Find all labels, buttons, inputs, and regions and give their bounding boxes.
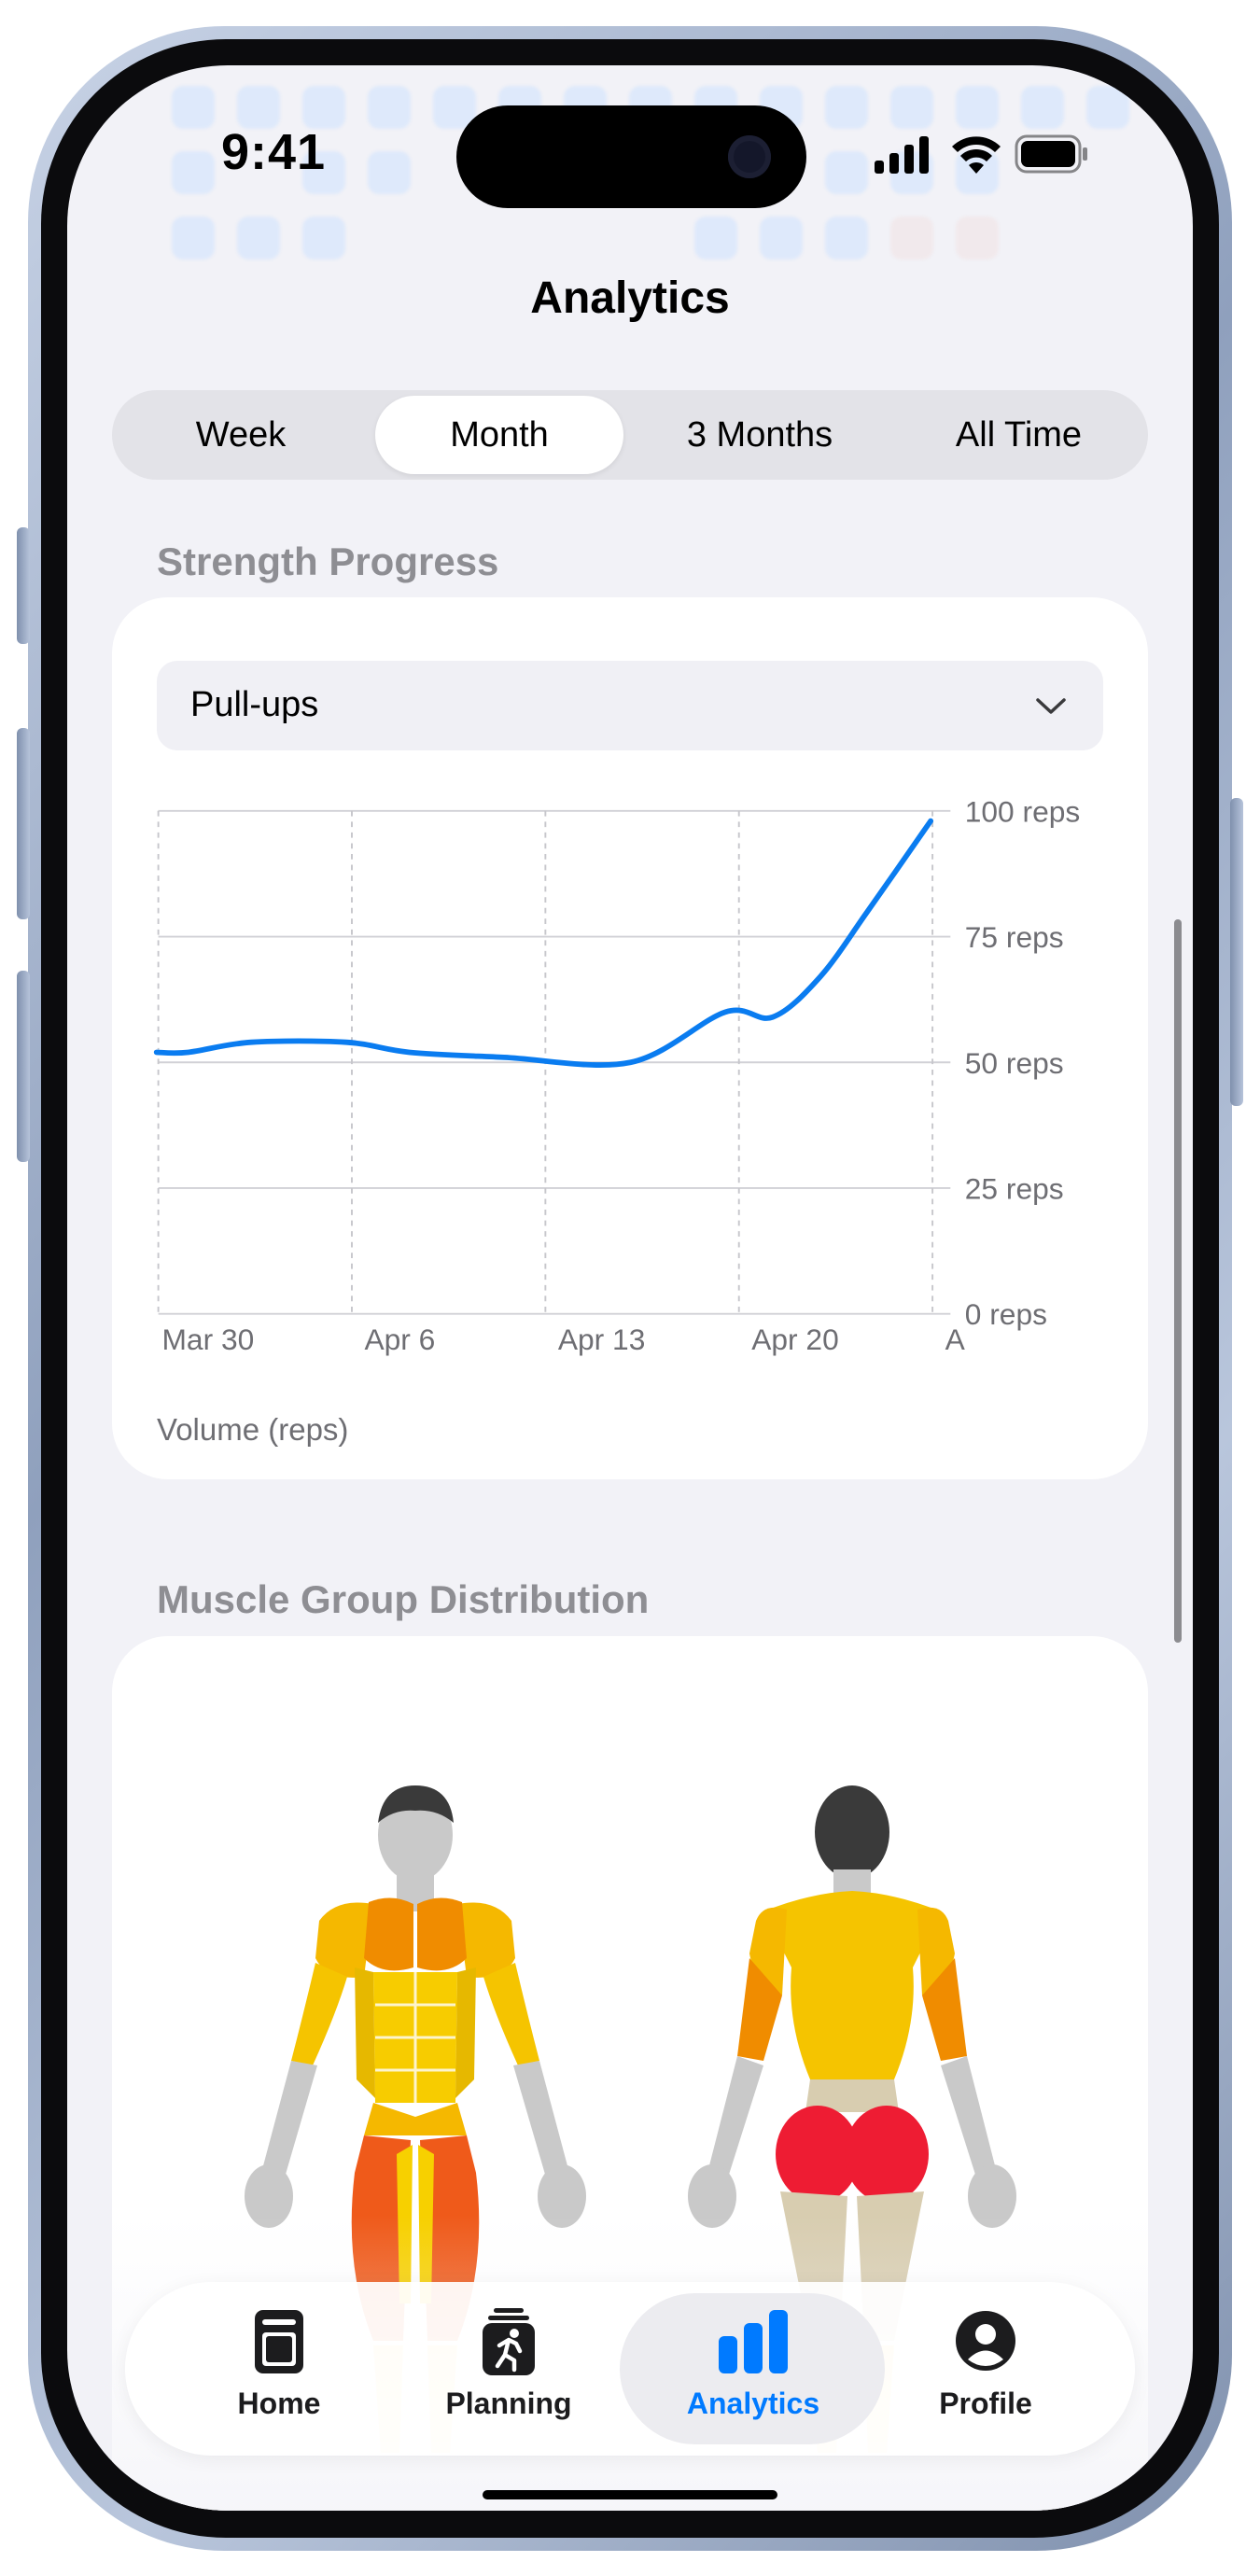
muscle-distribution-heading: Muscle Group Distribution xyxy=(157,1577,650,1621)
x-tick-label: Mar 30 xyxy=(161,1323,254,1356)
x-tick-label: Apr 6 xyxy=(364,1323,435,1356)
x-tick-label: Apr 13 xyxy=(558,1323,646,1356)
segment-all-time[interactable]: All Time xyxy=(889,390,1148,480)
power-button xyxy=(1230,798,1243,1106)
y-tick-label: 0 reps xyxy=(965,1297,1047,1331)
screen: 9:41 Analytics Week Month 3 Months All T… xyxy=(67,65,1193,2511)
segment-3-months[interactable]: 3 Months xyxy=(630,390,889,480)
strength-progress-heading: Strength Progress xyxy=(157,539,499,583)
tab-planning[interactable]: Planning xyxy=(392,2282,625,2456)
status-time: 9:41 xyxy=(221,124,327,180)
action-button xyxy=(17,527,30,644)
tab-analytics[interactable]: Analytics xyxy=(637,2282,870,2456)
x-tick-label: A xyxy=(945,1323,966,1356)
tab-profile-label: Profile xyxy=(939,2387,1032,2420)
tab-analytics-label: Analytics xyxy=(686,2387,820,2420)
battery-icon xyxy=(1015,134,1087,174)
chevron-down-icon xyxy=(1036,698,1066,714)
exercise-dropdown-label: Pull-ups xyxy=(190,685,319,724)
series-line xyxy=(153,818,934,1068)
exercise-dropdown[interactable]: Pull-ups xyxy=(157,661,1103,750)
strength-line-chart: 100 reps 75 reps 50 reps 25 reps 0 reps Mar … xyxy=(153,794,1081,1356)
y-tick-label: 25 reps xyxy=(965,1172,1064,1206)
scroll-indicator[interactable] xyxy=(1174,919,1182,1643)
tab-home[interactable]: Home xyxy=(162,2282,396,2456)
cellular-signal-icon xyxy=(875,136,929,174)
segment-week[interactable]: Week xyxy=(112,390,370,480)
bar-chart-icon xyxy=(719,2310,788,2373)
period-segmented-control: Week Month 3 Months All Time xyxy=(112,390,1148,480)
book-icon xyxy=(255,2310,303,2373)
dynamic-island xyxy=(456,105,806,208)
segment-month[interactable]: Month xyxy=(375,390,623,480)
volume-up-button xyxy=(17,728,30,919)
x-tick-label: Apr 20 xyxy=(751,1323,839,1356)
y-tick-label: 75 reps xyxy=(965,920,1064,954)
person-running-icon xyxy=(483,2308,535,2375)
person-circle-icon xyxy=(956,2311,1015,2371)
volume-down-button xyxy=(17,971,30,1162)
strength-progress-card: Pull-ups 100 reps 75 reps 50 reps 25 reps 0 … xyxy=(112,597,1148,1479)
y-tick-label: 100 reps xyxy=(965,794,1081,828)
y-tick-label: 50 reps xyxy=(965,1046,1064,1080)
tab-home-label: Home xyxy=(237,2387,321,2420)
tab-bar: Home Planning Analytics Profile xyxy=(125,2282,1135,2456)
tab-planning-label: Planning xyxy=(445,2387,572,2420)
tab-profile[interactable]: Profile xyxy=(869,2282,1102,2456)
page-title: Analytics xyxy=(530,273,730,323)
wifi-icon xyxy=(952,136,1001,174)
chart-footer-label: Volume (reps) xyxy=(157,1412,349,1447)
home-indicator xyxy=(483,2490,777,2499)
camera-icon xyxy=(728,135,771,178)
